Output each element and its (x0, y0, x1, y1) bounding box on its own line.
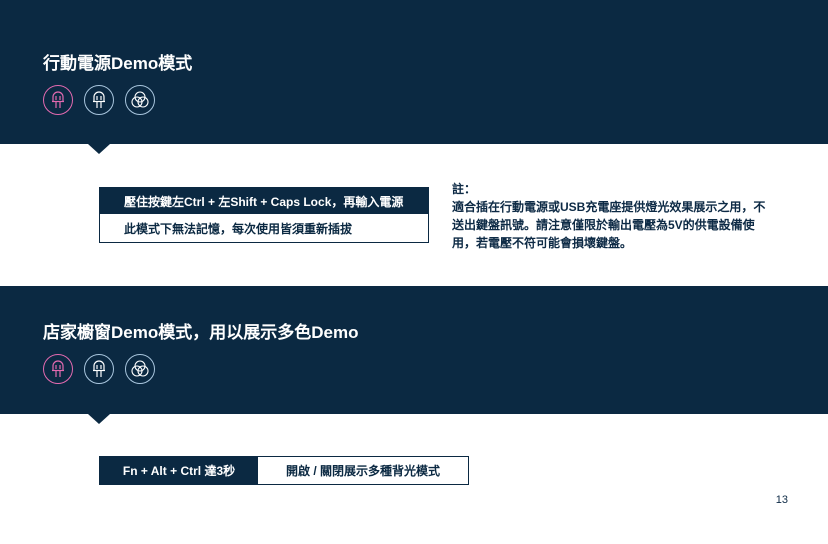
rgb-circles-icon (125, 354, 155, 384)
shortcut-action-cell: 開啟 / 關閉展示多種背光模式 (258, 457, 468, 484)
band-notch-1 (88, 144, 110, 154)
shortcut-key-cell: Fn + Alt + Ctrl 達3秒 (100, 457, 258, 484)
header-band-2 (0, 286, 828, 414)
note-title: 註： (452, 182, 477, 196)
icon-row-1 (43, 85, 155, 115)
instruction-row: 壓住按鍵左Ctrl + 左Shift + Caps Lock，再輸入電源 (100, 188, 428, 214)
led-icon (43, 354, 73, 384)
section-title-power-bank: 行動電源Demo模式 (43, 54, 193, 73)
instruction-row: 此模式下無法記憶，每次使用皆須重新插拔 (100, 214, 428, 242)
shortcut-action: 開啟 / 關閉展示多種背光模式 (285, 464, 440, 478)
rgb-circles-icon (125, 85, 155, 115)
led-icon (84, 354, 114, 384)
note-body: 適合插在行動電源或USB充電座提供燈光效果展示之用，不送出鍵盤訊號。請注意僅限於… (452, 200, 766, 250)
led-icon (43, 85, 73, 115)
section-title-shop-window: 店家櫥窗Demo模式，用以展示多色Demo (43, 323, 359, 342)
led-icon (84, 85, 114, 115)
instruction-key-combo: 壓住按鍵左Ctrl + 左Shift + Caps Lock，再輸入電源 (124, 194, 404, 209)
icon-row-2 (43, 354, 155, 384)
instruction-note: 此模式下無法記憶，每次使用皆須重新插拔 (124, 221, 353, 236)
instruction-box: 壓住按鍵左Ctrl + 左Shift + Caps Lock，再輸入電源 此模式… (99, 187, 429, 243)
band-notch-2 (88, 414, 110, 424)
shortcut-key-combo: Fn + Alt + Ctrl 達3秒 (122, 464, 236, 478)
note-block: 註： 適合插在行動電源或USB充電座提供燈光效果展示之用，不送出鍵盤訊號。請注意… (452, 180, 772, 252)
page-number: 13 (775, 494, 788, 506)
shortcut-box: Fn + Alt + Ctrl 達3秒 開啟 / 關閉展示多種背光模式 (99, 456, 469, 485)
